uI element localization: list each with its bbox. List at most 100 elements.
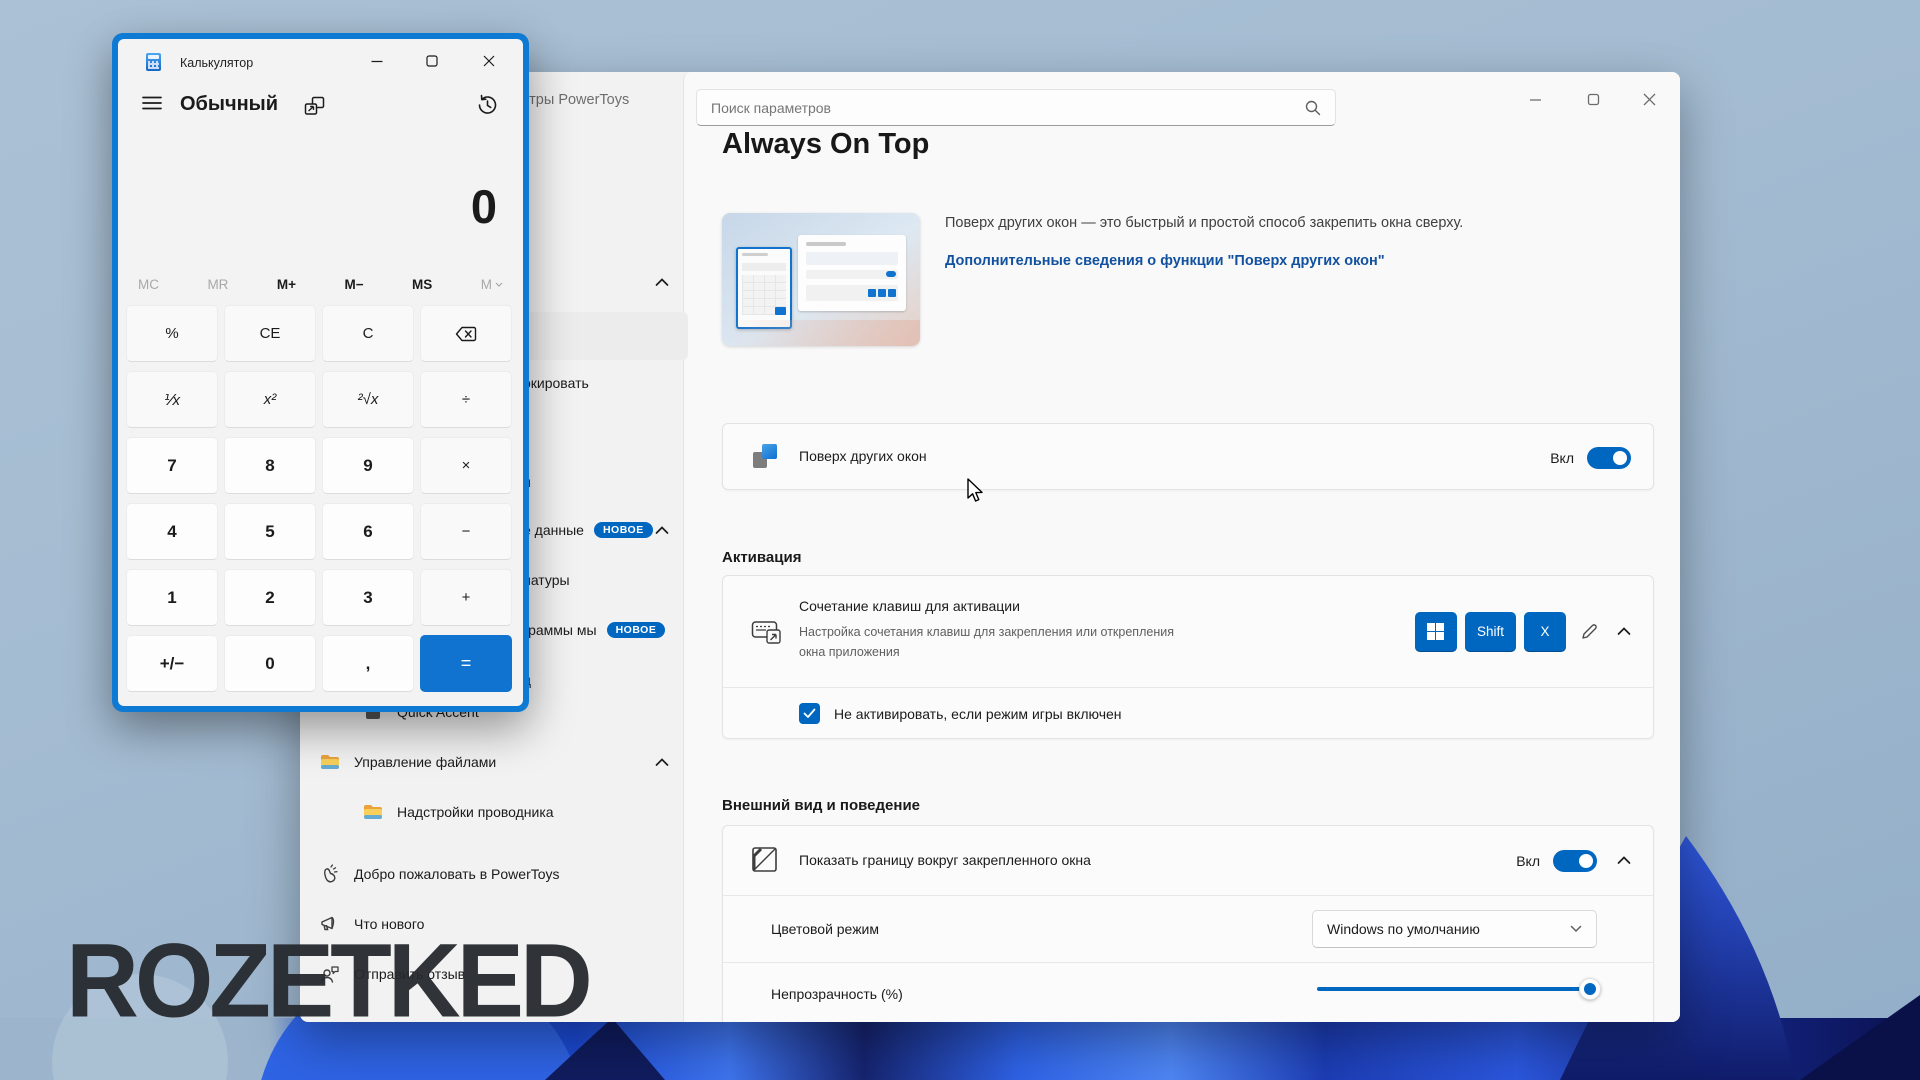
sidebar-item-добро-пожаловать-в-powertoys[interactable]: Добро пожаловать в PowerToys	[320, 857, 560, 891]
calc-key-1[interactable]: 1	[126, 569, 218, 626]
calc-key-6[interactable]: 6	[322, 503, 414, 560]
calc-key-⅟x[interactable]: ⅟x	[126, 371, 218, 428]
always-on-top-module-icon	[751, 442, 781, 472]
game-mode-checkbox[interactable]	[799, 703, 820, 724]
sidebar-item-fragment[interactable]: граммы мы НОВОЕ	[523, 613, 665, 647]
memory-button-ms[interactable]: MS	[406, 273, 438, 296]
calc-key-+/−[interactable]: +/−	[126, 635, 218, 692]
calc-key-²√x[interactable]: ²√x	[322, 371, 414, 428]
activation-card: Сочетание клавиш для активации Настройка…	[722, 575, 1654, 739]
calc-key-C[interactable]: C	[322, 305, 414, 362]
toggle-knob	[1613, 451, 1627, 465]
keep-on-top-icon	[304, 96, 326, 116]
calculator-app-icon	[146, 53, 162, 72]
sidebar-item-label: Добро пожаловать в PowerToys	[354, 866, 560, 882]
opacity-label: Непрозрачность (%)	[771, 986, 903, 1002]
sidebar-item-управление-файлами[interactable]: Управление файлами	[320, 745, 496, 779]
hamburger-menu-button[interactable]	[142, 95, 164, 113]
welcome-icon	[320, 864, 340, 884]
sidebar-item-label: окировать	[523, 375, 589, 391]
preview-settings-mini-window	[798, 235, 906, 311]
sidebar-item-label: е данные	[523, 522, 584, 538]
border-toggle-state: Вкл	[1516, 853, 1540, 869]
page-title: Always On Top	[722, 128, 929, 161]
memory-dropdown-chevron-icon	[495, 282, 503, 287]
settings-search-input[interactable]: Поиск параметров	[696, 89, 1336, 126]
sidebar-item-fragment[interactable]: иатуры	[523, 563, 570, 597]
folder-icon	[320, 752, 340, 772]
shortcut-desc-2: окна приложения	[799, 642, 900, 662]
shortcut-keys: ShiftX	[1407, 612, 1566, 652]
calc-key-CE[interactable]: CE	[224, 305, 316, 362]
calc-key-%[interactable]: %	[126, 305, 218, 362]
calc-maximize-button[interactable]	[410, 46, 454, 76]
calc-key-=[interactable]: =	[420, 635, 512, 692]
toggle-knob	[1579, 854, 1593, 868]
calculator-mode-label: Обычный	[180, 93, 278, 116]
keep-on-top-button[interactable]	[304, 96, 326, 116]
maximize-icon	[426, 55, 438, 67]
learn-more-link[interactable]: Дополнительные сведения о функции "Повер…	[945, 253, 1665, 269]
memory-button-mx[interactable]: M−	[338, 273, 369, 296]
desktop: Параметры PowerToys окироватьие данныеНО…	[0, 0, 1920, 1080]
calculator-window-aot-border: Калькулятор Обычный	[112, 33, 529, 712]
maximize-button[interactable]	[1570, 84, 1616, 114]
sidebar-item-fragment[interactable]: окировать	[523, 366, 589, 400]
sidebar-item-label: граммы мы	[523, 622, 597, 638]
enable-toggle-state: Вкл	[1550, 450, 1574, 466]
calc-key-5[interactable]: 5	[224, 503, 316, 560]
calc-key-backspace[interactable]	[420, 305, 512, 362]
enable-label: Поверх других окон	[799, 448, 927, 464]
preview-calculator-mini-window	[736, 247, 792, 329]
appearance-card: Показать границу вокруг закрепленного ок…	[722, 825, 1654, 1022]
minimize-icon	[1529, 93, 1542, 106]
sidebar-selected-item[interactable]	[518, 312, 688, 360]
group-collapse-chevron-icon[interactable]	[655, 526, 669, 535]
shortcut-collapse-chevron-icon[interactable]	[1617, 627, 1631, 636]
close-button[interactable]	[1626, 84, 1672, 114]
new-badge: НОВОЕ	[607, 622, 666, 638]
chevron-down-icon	[1570, 925, 1582, 933]
calc-key-x²[interactable]: x²	[224, 371, 316, 428]
minimize-button[interactable]	[1512, 84, 1558, 114]
color-mode-dropdown[interactable]: Windows по умолчанию	[1312, 910, 1597, 948]
slider-thumb[interactable]	[1579, 978, 1601, 1000]
sidebar-item-надстройки-проводника[interactable]: Надстройки проводника	[363, 795, 554, 829]
calc-key-4[interactable]: 4	[126, 503, 218, 560]
windows-logo-icon	[1427, 623, 1444, 640]
memory-button-mx[interactable]: M+	[271, 273, 302, 296]
calc-key-8[interactable]: 8	[224, 437, 316, 494]
sidebar-item-label: иатуры	[523, 572, 570, 588]
calc-key-÷[interactable]: ÷	[420, 371, 512, 428]
mouse-cursor	[966, 478, 985, 504]
calc-key-,[interactable]: ,	[322, 635, 414, 692]
opacity-slider[interactable]	[1317, 978, 1597, 1000]
calc-key-9[interactable]: 9	[322, 437, 414, 494]
calc-key-×[interactable]: ×	[420, 437, 512, 494]
search-placeholder: Поиск параметров	[711, 100, 1305, 116]
calc-close-button[interactable]	[467, 46, 511, 76]
group-collapse-chevron-icon[interactable]	[655, 278, 669, 287]
enable-toggle[interactable]	[1587, 447, 1631, 469]
shortcut-controls: ShiftX	[1407, 576, 1631, 687]
edit-pencil-icon[interactable]	[1580, 622, 1599, 641]
calc-key-−[interactable]: −	[420, 503, 512, 560]
calc-key-7[interactable]: 7	[126, 437, 218, 494]
sidebar-item-fragment[interactable]: е данные НОВОЕ	[523, 513, 653, 547]
border-toggle[interactable]	[1553, 850, 1597, 872]
calc-minimize-button[interactable]	[355, 46, 399, 76]
appearance-collapse-chevron-icon[interactable]	[1617, 856, 1631, 865]
calculator-window: Калькулятор Обычный	[118, 39, 523, 706]
calc-key-2[interactable]: 2	[224, 569, 316, 626]
calc-key-3[interactable]: 3	[322, 569, 414, 626]
minimize-icon	[371, 55, 383, 67]
border-label: Показать границу вокруг закрепленного ок…	[799, 852, 1091, 868]
rozetked-watermark: ROZETKED	[66, 920, 589, 1041]
calc-key-+[interactable]: +	[420, 569, 512, 626]
appearance-section-header: Внешний вид и поведение	[722, 797, 920, 814]
activation-section-header: Активация	[722, 549, 801, 566]
new-badge: НОВОЕ	[594, 522, 653, 538]
calc-key-0[interactable]: 0	[224, 635, 316, 692]
group-collapse-chevron-icon[interactable]	[655, 758, 669, 767]
history-button[interactable]	[476, 94, 499, 116]
